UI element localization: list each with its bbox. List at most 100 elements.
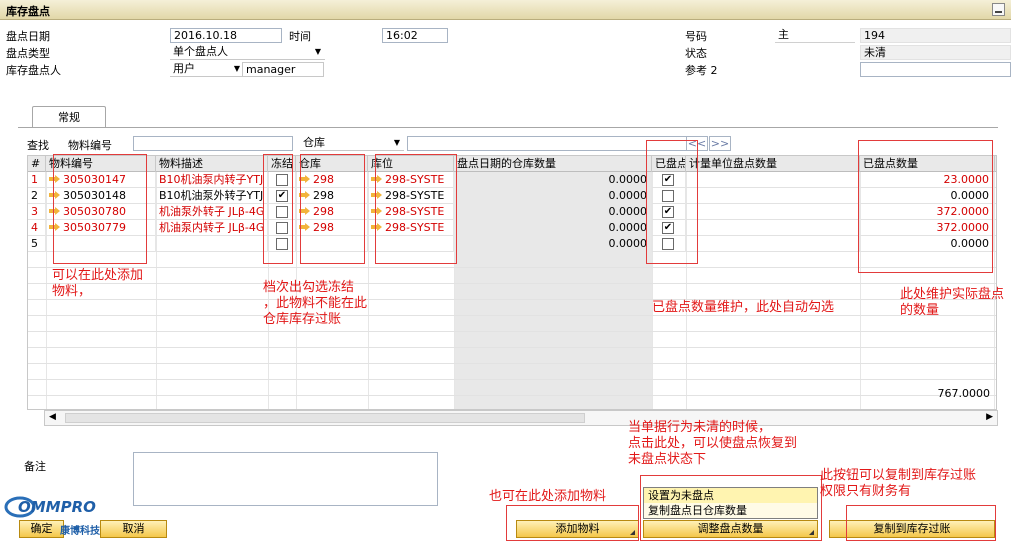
counter-label: 库存盘点人 — [6, 64, 61, 77]
find-label: 查找 — [27, 139, 49, 152]
commpro-logo: OMMPRO — [4, 494, 144, 518]
scroll-right-icon[interactable]: ▶ — [986, 412, 993, 422]
window-title: 库存盘点 — [6, 5, 50, 18]
annotation-box-warehouse — [300, 154, 365, 264]
empty-row-line — [28, 283, 996, 284]
table-row[interactable]: 2 305030148 B10机油泵外转子YTJ ✔ 298 298-SYSTE 0.000… — [28, 188, 996, 204]
desc-cell[interactable]: 机油泵内转子 JLβ-4G — [156, 220, 268, 236]
col-header-index: # — [28, 156, 46, 172]
wh-qty-cell: 0.0000 — [454, 172, 652, 188]
empty-row-line — [28, 267, 996, 268]
counter-type-value: 用户 — [173, 62, 195, 75]
total-counted-qty: 767.0000 — [937, 387, 991, 400]
annotation-box-adjust — [640, 475, 822, 541]
chevron-down-icon: ▼ — [233, 64, 240, 73]
find-item-no-label: 物料编号 — [68, 139, 112, 152]
desc-cell[interactable] — [156, 236, 268, 252]
empty-row-line — [28, 347, 996, 348]
row-index: 2 — [28, 188, 46, 204]
count-date-field[interactable]: 2016.10.18 — [170, 28, 282, 43]
annotation-copy-posting: 此按钮可以复制到库存过账 权限只有财务有 — [820, 468, 977, 499]
uom-qty-cell[interactable] — [686, 204, 860, 220]
scroll-left-icon[interactable]: ◀ — [49, 412, 56, 422]
commpro-logo-graphic: OMMPRO — [4, 496, 96, 518]
find-item-input[interactable] — [133, 136, 293, 151]
row-index: 1 — [28, 172, 46, 188]
grid-total-row: 767.0000 — [28, 386, 996, 402]
grid-horizontal-scrollbar[interactable]: ◀ ▶ — [44, 410, 998, 426]
table-row[interactable]: 1 305030147 B10机油泵内转子YTJ 298 298-SYSTE 0.0000… — [28, 172, 996, 188]
uom-qty-cell[interactable] — [686, 172, 860, 188]
table-row[interactable]: 5 0.0000 0.0000 — [28, 236, 996, 252]
grid-header: # 物料编号 物料描述 冻结 仓库 库位 盘点日期的仓库数量 已盘点 计量单位盘… — [28, 156, 996, 172]
annotation-box-frozen — [263, 154, 293, 264]
scroll-thumb[interactable] — [65, 413, 585, 423]
ok-button-label: 确定 — [30, 522, 53, 535]
row-index: 5 — [28, 236, 46, 252]
time-label: 时间 — [289, 30, 311, 43]
status-label: 状态 — [685, 47, 707, 60]
empty-row-line — [28, 363, 996, 364]
remarks-textarea[interactable] — [133, 452, 438, 506]
wh-qty-cell: 0.0000 — [454, 188, 652, 204]
desc-cell[interactable]: B10机油泵内转子YTJ — [156, 172, 268, 188]
annotation-add-item-button: 也可在此处添加物料 — [489, 489, 607, 504]
count-type-select[interactable]: 单个盘点人 ▼ — [170, 45, 325, 60]
logo-subtitle: 康博科技 — [60, 526, 100, 537]
annotation-box-copy — [846, 505, 996, 541]
tab-general-label: 常规 — [58, 111, 80, 124]
ref2-label: 参考 2 — [685, 64, 718, 77]
count-date-label: 盘点日期 — [6, 30, 50, 43]
number-field: 194 — [860, 28, 1011, 43]
annotation-box-item — [53, 154, 147, 264]
annotation-counted: 已盘点数量维护，此处自动勾选 — [652, 300, 835, 315]
count-type-value: 单个盘点人 — [173, 45, 228, 58]
wh-qty-cell: 0.0000 — [454, 236, 652, 252]
counter-name-field[interactable]: manager — [242, 62, 324, 77]
svg-text:OMMPRO: OMMPRO — [18, 498, 96, 516]
ok-button[interactable]: 确定 — [19, 520, 64, 538]
window-titlebar: 库存盘点 — [0, 0, 1011, 20]
wh-qty-cell: 0.0000 — [454, 220, 652, 236]
desc-cell[interactable]: 机油泵外转子 JLβ-4G — [156, 204, 268, 220]
col-header-wh-qty[interactable]: 盘点日期的仓库数量 — [454, 156, 652, 172]
cancel-button[interactable]: 取消 — [100, 520, 167, 538]
annotation-frozen: 档次出勾选冻结 ，此物料不能在此 仓库库存过账 — [263, 280, 368, 327]
row-index: 3 — [28, 204, 46, 220]
row-index: 4 — [28, 220, 46, 236]
annotation-box-add-item — [506, 505, 639, 541]
tab-general[interactable]: 常规 — [32, 106, 106, 128]
col-header-uom-qty[interactable]: 计量单位盘点数量 — [686, 156, 860, 172]
find-warehouse-value: 仓库 — [303, 136, 325, 149]
status-field: 未清 — [860, 45, 1011, 60]
empty-row-line — [28, 299, 996, 300]
nav-next-button[interactable]: >> — [709, 136, 731, 151]
ref2-field[interactable] — [860, 62, 1011, 77]
minimize-icon[interactable] — [992, 3, 1005, 16]
number-label: 号码 — [685, 30, 707, 43]
time-field[interactable]: 16:02 — [382, 28, 448, 43]
desc-cell[interactable]: B10机油泵外转子YTJ — [156, 188, 268, 204]
inventory-grid: # 物料编号 物料描述 冻结 仓库 库位 盘点日期的仓库数量 已盘点 计量单位盘… — [27, 155, 997, 410]
empty-row-line — [28, 315, 996, 316]
counter-type-select[interactable]: 用户 ▼ — [170, 62, 242, 77]
table-row[interactable]: 4 305030779 机油泵内转子 JLβ-4G 298 298-SYSTE 0.000… — [28, 220, 996, 236]
empty-row-line — [28, 331, 996, 332]
uom-qty-cell[interactable] — [686, 188, 860, 204]
annotation-counted-qty: 此处维护实际盘点 的数量 — [900, 287, 1005, 318]
series-field[interactable]: 主 — [775, 28, 855, 43]
tab-divider — [18, 127, 998, 128]
uom-qty-cell[interactable] — [686, 236, 860, 252]
find-warehouse-select[interactable]: 仓库 ▼ — [300, 136, 404, 151]
table-row[interactable]: 3 305030780 机油泵外转子 JLβ-4G 298 298-SYSTE 0.000… — [28, 204, 996, 220]
wh-qty-cell: 0.0000 — [454, 204, 652, 220]
uom-qty-cell[interactable] — [686, 220, 860, 236]
find-warehouse-input[interactable] — [407, 136, 687, 151]
annotation-box-counted — [646, 140, 698, 264]
annotation-box-bin — [375, 154, 457, 264]
annotation-box-counted-qty — [858, 140, 993, 273]
cancel-button-label: 取消 — [122, 522, 145, 535]
empty-row-line — [28, 379, 996, 380]
col-header-desc[interactable]: 物料描述 — [156, 156, 268, 172]
count-type-label: 盘点类型 — [6, 47, 50, 60]
